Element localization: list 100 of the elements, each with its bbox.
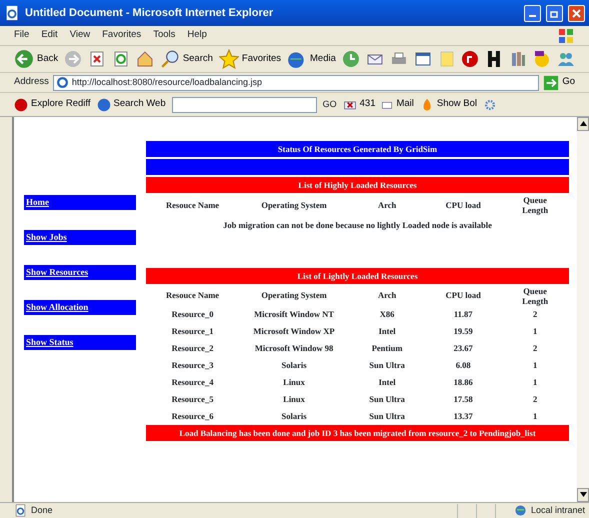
table-cell-text: Microsift Window NT [253,308,335,321]
magnifier-icon [160,49,180,69]
down-arrow-icon [580,492,586,497]
zone-text: Local intranet [530,504,585,517]
table-cell-text: Sun Ultra [368,392,406,406]
menu-item[interactable]: Favorites [102,28,142,43]
intranet-globe-icon [514,504,527,517]
section-title: List of Lightly Loaded Resources [146,268,569,284]
nav-link[interactable]: Show Jobs [24,230,136,245]
table-cell-text: Resource_0 [170,308,214,321]
up-arrow-icon [580,120,586,126]
home-icon[interactable] [136,49,154,69]
windows-logo-icon [557,26,575,44]
table-cell-text: 6.08 [454,358,472,372]
column-header: Operating System [260,198,328,212]
table-cell-text: 1 [532,358,538,372]
search-field[interactable] [172,96,317,112]
scroll-down-button[interactable] [577,488,589,502]
books-icon[interactable] [509,49,528,69]
info-message: Job migration can not be done because no lightly Loaded node is available [222,219,493,232]
result-message: Load Balancing has been done and job ID 3 has been migrated from resource_2 to Pendingjob_list [146,424,569,441]
table-cell-text: 11.87 [452,308,474,321]
table-cell-text: Resource_1 [170,324,214,338]
table-cell-text: 18.86 [452,376,474,389]
nav-link[interactable]: Home [24,195,136,210]
table-cell-text: Solaris [280,358,308,372]
ie-page-icon [4,5,20,21]
table-cell-text: 2 [532,342,538,355]
status-text: Done [31,504,54,517]
nav-link[interactable]: Show Resources [24,265,136,280]
media-button[interactable]: Media [287,49,336,69]
table-cell-text: Solaris [280,410,308,423]
table-cell-text: Pentium [370,342,404,355]
ie-page-icon [14,504,27,517]
refresh-icon[interactable] [112,49,130,69]
table-cell-text: Intel [378,324,397,338]
rediff-button[interactable]: Explore Rediff [14,97,90,112]
scroll-up-button[interactable] [577,117,589,131]
column-header: Queue Length [521,286,550,306]
address-label: Address [14,75,49,90]
star-icon [218,49,239,69]
favorites-button[interactable]: Favorites [218,49,281,69]
table-cell-text: Linux [282,376,306,389]
go-link[interactable]: GO [322,98,337,112]
maximize-icon [550,8,559,18]
section-title: List of Highly Loaded Resources [146,177,569,193]
clock-icon[interactable] [342,49,360,69]
table-cell-text: Linux [282,392,306,406]
minimize-button[interactable] [524,4,541,22]
minimize-icon [529,15,536,18]
r-logo-icon[interactable] [461,49,480,69]
search-web-button[interactable]: Search Web [96,97,166,112]
show-bol-button[interactable]: Show Bol [420,97,478,112]
menu-item[interactable]: Tools [153,28,176,43]
window-title: Untitled Document - Microsoft Internet Explorer [25,6,274,21]
column-header: Resouce Name [164,289,220,302]
column-header: Resouce Name [164,198,220,212]
table-cell-text: 19.59 [452,324,474,338]
scrollbar[interactable] [577,117,589,502]
page-header: Status Of Resources Generated By GridSim [146,141,569,157]
mail-button[interactable]: Mail [381,97,414,112]
page-icon [56,76,69,89]
search-button[interactable]: Search [160,49,213,69]
url-text: http://localhost:8080/resource/loadbalancing.jsp [72,76,263,89]
counter-button[interactable]: 431 [342,97,376,112]
menu-item[interactable]: View [70,28,90,43]
table-cell-text: X86 [378,308,396,321]
column-header: Arch [376,198,398,212]
round-logo-icon [14,98,28,112]
back-button[interactable]: Back [14,49,58,69]
menu-item[interactable]: File [14,28,30,43]
table-cell-text: 23.67 [452,342,474,355]
table-cell-text: Resource_4 [170,376,214,389]
go-button[interactable]: Go [543,74,575,90]
close-icon [572,8,581,18]
table-cell-text: Microsoft Window XP [252,324,336,338]
close-button[interactable] [568,4,585,22]
column-header: CPU load [444,198,482,212]
maximize-button[interactable] [546,4,563,22]
table-cell-text: 13.37 [452,410,474,423]
table-cell-text: 1 [532,410,538,423]
column-header: Operating System [260,289,328,302]
address-field[interactable]: http://localhost:8080/resource/loadbalancing.jsp [52,74,540,90]
table-cell-text: Resource_5 [170,392,214,406]
table-cell-text: Sun Ultra [368,358,406,372]
nav-link[interactable]: Show Allocation [24,300,136,315]
table-cell-text: 1 [532,376,538,389]
table-cell-text: 2 [532,392,538,406]
menu-item[interactable]: Edit [41,28,58,43]
table-cell-text: 1 [532,324,538,338]
table-cell-text: Resource_2 [170,342,214,355]
menu-item[interactable]: Help [187,28,207,43]
table-cell-text: Sun Ultra [368,410,406,423]
table-cell-text: Resource_3 [170,358,214,372]
gear-icon[interactable] [483,98,498,112]
column-header: Arch [376,289,398,302]
table-cell-text: 17.58 [452,392,474,406]
nav-link[interactable]: Show Status [24,335,136,350]
stop-icon[interactable] [88,49,106,69]
table-cell-text: Microsoft Window 98 [254,342,334,355]
